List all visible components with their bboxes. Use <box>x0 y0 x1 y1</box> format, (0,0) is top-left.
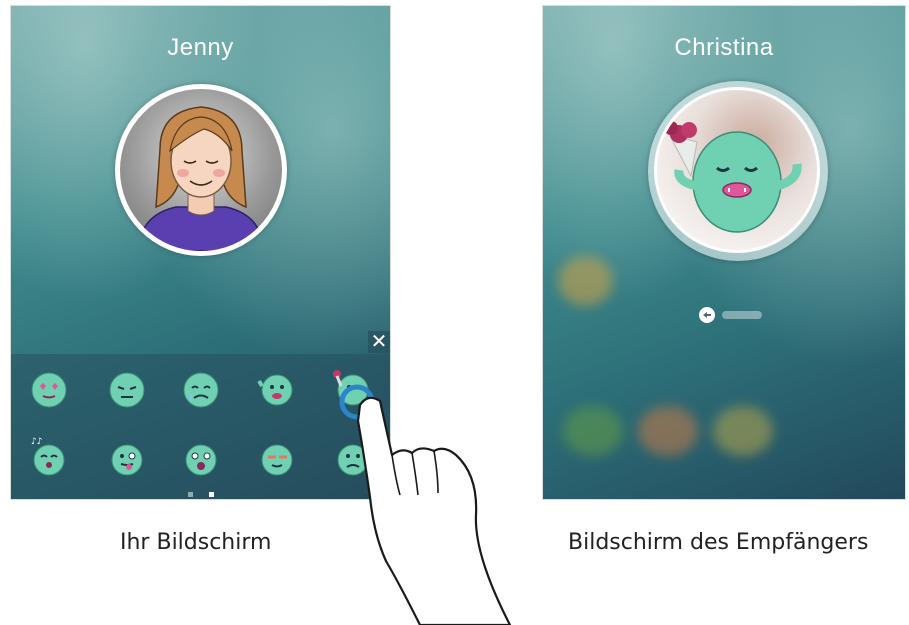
page-dot[interactable] <box>187 492 193 497</box>
contact-avatar-with-sticker <box>648 81 828 261</box>
recipient-screen-caption: Bildschirm des Empfängers <box>568 530 869 555</box>
flower-monster-sticker-icon <box>664 121 802 233</box>
tongue-out-sticker-icon[interactable] <box>105 434 149 478</box>
woman-portrait-icon <box>137 106 265 251</box>
svg-text:♪♪: ♪♪ <box>31 437 43 447</box>
reply-message-icon <box>699 307 762 323</box>
finger-pointer-icon <box>356 396 512 625</box>
singing-sticker-icon[interactable]: ♪♪ <box>27 434 71 478</box>
contact-name: Jenny <box>167 34 234 61</box>
surprised-sticker-icon[interactable] <box>179 434 223 478</box>
annoyed-sticker-icon[interactable] <box>105 366 149 410</box>
sender-screen-caption: Ihr Bildschirm <box>120 530 272 555</box>
page-dot-active[interactable] <box>208 492 214 497</box>
waving-sticker-icon[interactable] <box>255 366 299 410</box>
close-stickers-button[interactable]: ✕ <box>368 331 390 353</box>
contact-name: Christina <box>674 34 774 61</box>
blushing-sticker-icon[interactable] <box>255 434 299 478</box>
heart-eyes-sticker-icon[interactable] <box>27 366 71 410</box>
blurred-call-buttons <box>543 396 905 466</box>
contact-avatar <box>115 84 287 256</box>
crying-sticker-icon[interactable] <box>179 366 223 410</box>
recipient-screen: Christina <box>542 5 906 500</box>
